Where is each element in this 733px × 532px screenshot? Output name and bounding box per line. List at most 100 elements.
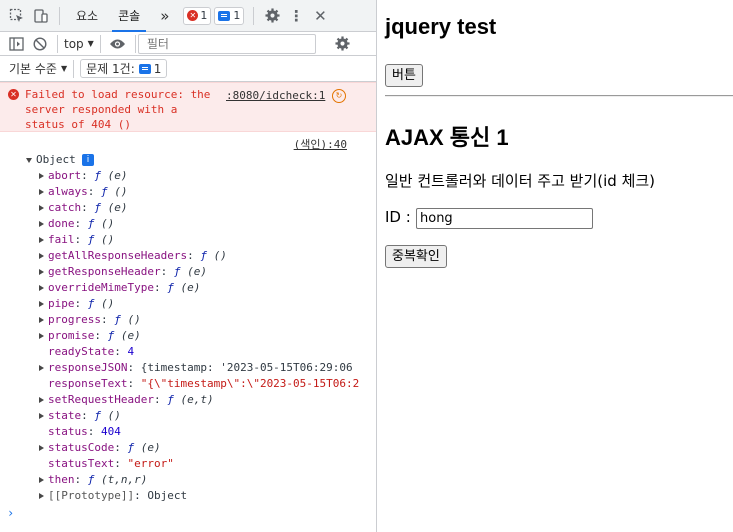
function-glyph: ƒ: [167, 281, 174, 294]
message-count: 1: [233, 9, 241, 22]
network-warning-icon[interactable]: ↻: [332, 89, 346, 103]
console-settings-gear-icon[interactable]: [332, 33, 354, 55]
property-value: ƒ (): [94, 409, 121, 422]
object-property-row[interactable]: catch: ƒ (e): [0, 200, 376, 216]
collapsed-triangle-icon[interactable]: [39, 365, 44, 371]
collapsed-triangle-icon[interactable]: [39, 253, 44, 259]
property-key-text: fail: [48, 233, 75, 246]
property-key-text: pipe: [48, 297, 75, 310]
property-key: responseText: "{\"timestamp\":\"2023-05-…: [48, 376, 359, 392]
tab-console[interactable]: 콘솔: [108, 0, 150, 32]
expanded-triangle-icon[interactable]: [26, 158, 32, 163]
info-icon[interactable]: i: [82, 154, 94, 166]
object-property-row[interactable]: done: ƒ (): [0, 216, 376, 232]
log-levels-select[interactable]: 기본 수준 ▼: [9, 60, 67, 77]
object-property-row[interactable]: responseJSON: {timestamp: '2023-05-15T06…: [0, 360, 376, 376]
object-property-row[interactable]: progress: ƒ (): [0, 312, 376, 328]
property-value: ƒ (e): [174, 265, 207, 278]
property-key-text: state: [48, 409, 82, 422]
object-property-row[interactable]: fail: ƒ (): [0, 232, 376, 248]
property-colon: :: [187, 249, 201, 262]
function-signature: (): [94, 297, 115, 310]
object-property-row[interactable]: then: ƒ (t,n,r): [0, 472, 376, 488]
property-colon: :: [114, 457, 128, 470]
section-title: AJAX 통신 1: [385, 125, 509, 150]
device-toolbar-icon[interactable]: [29, 4, 53, 28]
collapsed-triangle-icon[interactable]: [39, 285, 44, 291]
collapsed-triangle-icon[interactable]: [39, 445, 44, 451]
function-signature: (): [107, 185, 128, 198]
collapsed-triangle-icon[interactable]: [39, 205, 44, 211]
tab-elements[interactable]: 요소: [66, 0, 108, 32]
object-property-row[interactable]: state: ƒ (): [0, 408, 376, 424]
property-key-text: getResponseHeader: [48, 265, 161, 278]
issues-button[interactable]: 문제 1건: 1: [80, 59, 168, 78]
function-signature: (e): [101, 201, 128, 214]
close-devtools-icon[interactable]: ✕: [308, 4, 332, 28]
object-tree-header[interactable]: Object i: [0, 152, 376, 168]
property-colon: :: [100, 313, 115, 326]
property-key: progress: ƒ (): [48, 312, 141, 328]
object-property-row[interactable]: overrideMimeType: ƒ (e): [0, 280, 376, 296]
property-value: ƒ (): [88, 297, 115, 310]
toolbar-divider: [99, 34, 101, 53]
object-property-row[interactable]: [[Prototype]]: Object: [0, 488, 376, 504]
filter-input[interactable]: [137, 33, 316, 54]
more-tabs-button[interactable]: »: [150, 0, 179, 32]
function-signature: (e): [173, 281, 201, 294]
property-value: ƒ (e): [127, 441, 160, 454]
inspect-element-icon[interactable]: [5, 4, 29, 28]
message-count-badge[interactable]: 1: [214, 6, 245, 25]
object-property-row[interactable]: always: ƒ (): [0, 184, 376, 200]
chevron-down-icon: ▼: [60, 64, 68, 73]
clear-console-icon[interactable]: [29, 33, 51, 55]
collapsed-triangle-icon[interactable]: [39, 189, 44, 195]
collapsed-triangle-icon[interactable]: [39, 237, 44, 243]
object-property-row[interactable]: abort: ƒ (e): [0, 168, 376, 184]
collapsed-triangle-icon[interactable]: [39, 477, 44, 483]
object-property-row[interactable]: setRequestHeader: ƒ (e,t): [0, 392, 376, 408]
property-key: overrideMimeType: ƒ (e): [48, 280, 200, 296]
context-select[interactable]: top ▼: [64, 37, 94, 51]
object-property-row[interactable]: getAllResponseHeaders: ƒ (): [0, 248, 376, 264]
live-expression-eye-icon[interactable]: [107, 33, 129, 55]
collapsed-triangle-icon[interactable]: [39, 301, 44, 307]
console-levels-toolbar: 기본 수준 ▼ 문제 1건: 1: [0, 56, 376, 82]
console-prompt[interactable]: ›: [7, 506, 14, 520]
property-key-text: getAllResponseHeaders: [48, 249, 188, 262]
more-options-icon[interactable]: ⋮: [284, 4, 308, 28]
collapsed-triangle-icon[interactable]: [39, 397, 44, 403]
collapsed-triangle-icon[interactable]: [39, 269, 44, 275]
property-key: catch: ƒ (e): [48, 200, 128, 216]
property-key-text: abort: [48, 169, 82, 182]
id-input[interactable]: [416, 208, 593, 229]
log-source-link[interactable]: (색인):40: [294, 136, 347, 152]
collapsed-triangle-icon[interactable]: [39, 173, 44, 179]
object-property-row[interactable]: statusCode: ƒ (e): [0, 440, 376, 456]
object-property-row[interactable]: promise: ƒ (e): [0, 328, 376, 344]
object-property-row: statusText: "error": [0, 456, 376, 472]
error-count-badge[interactable]: ✕ 1: [183, 6, 212, 25]
object-property-row[interactable]: getResponseHeader: ƒ (e): [0, 264, 376, 280]
function-signature: (): [94, 233, 115, 246]
property-colon: :: [134, 489, 148, 502]
collapsed-triangle-icon[interactable]: [39, 221, 44, 227]
property-value: ƒ (t,n,r): [88, 473, 148, 486]
collapsed-triangle-icon[interactable]: [39, 493, 44, 499]
property-key-text: always: [48, 185, 88, 198]
object-property-row[interactable]: pipe: ƒ (): [0, 296, 376, 312]
duplicate-check-button[interactable]: 중복확인: [385, 245, 447, 268]
collapsed-triangle-icon[interactable]: [39, 317, 44, 323]
collapsed-triangle-icon[interactable]: [39, 333, 44, 339]
error-text: Failed to load resource: the server resp…: [25, 88, 218, 131]
button-1[interactable]: 버튼: [385, 64, 423, 87]
property-key: [[Prototype]]: Object: [48, 488, 187, 504]
property-value: ƒ (e): [94, 169, 127, 182]
sidebar-toggle-icon[interactable]: [5, 33, 27, 55]
error-source-link[interactable]: :8080/idcheck:1: [226, 89, 325, 102]
message-icon: [218, 10, 231, 21]
property-key-text: progress: [48, 313, 101, 326]
collapsed-triangle-icon[interactable]: [39, 413, 44, 419]
error-count: 1: [200, 9, 208, 22]
settings-gear-icon[interactable]: [260, 4, 284, 28]
